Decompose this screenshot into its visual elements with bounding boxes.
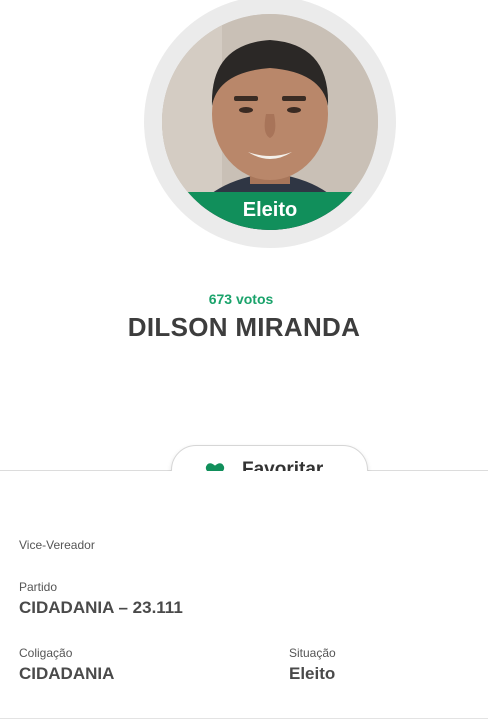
party-label: Partido: [19, 580, 58, 594]
coalition-label: Coligação: [19, 646, 73, 660]
coalition-value: CIDADANIA: [19, 664, 115, 683]
situation-value: Eleito: [289, 664, 336, 683]
situation-label: Situação: [289, 646, 336, 660]
candidate-name: DILSON MIRANDA: [127, 312, 361, 342]
elected-status-badge: Eleito: [162, 192, 378, 230]
role-text: Vice-Vereador: [19, 538, 95, 552]
bottom-divider: [0, 718, 488, 719]
vote-count: 673 votos: [208, 291, 274, 307]
party-value: CIDADANIA – 23.111: [19, 598, 183, 617]
candidate-details: Vice-Vereador Partido CIDADANIA – 23.111…: [0, 471, 488, 727]
candidate-photo: Eleito: [162, 14, 378, 230]
